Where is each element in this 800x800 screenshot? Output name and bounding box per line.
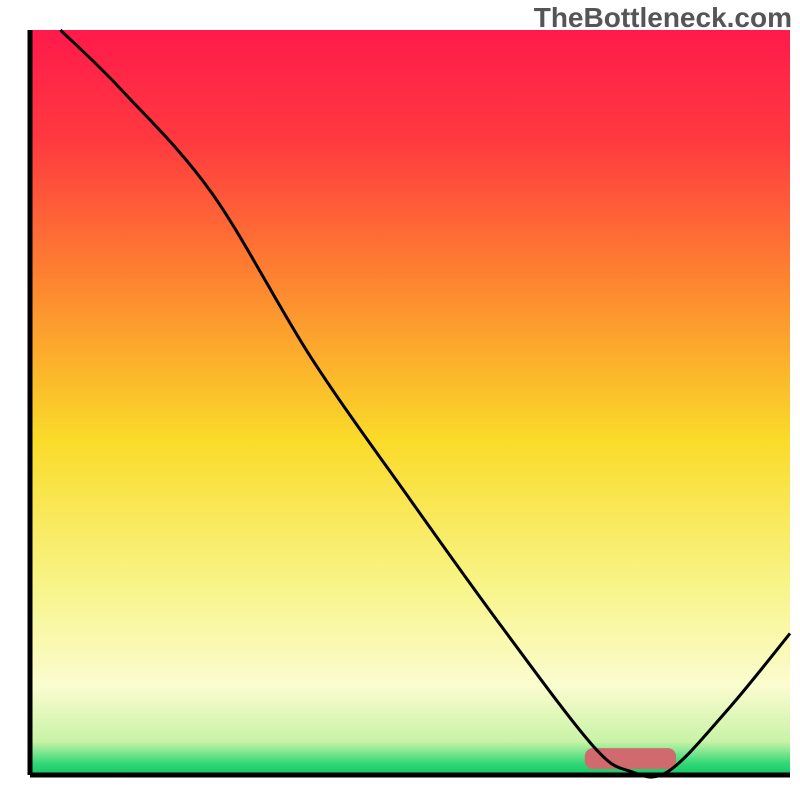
bottleneck-chart: TheBottleneck.com (0, 0, 800, 800)
watermark-text: TheBottleneck.com (534, 2, 792, 34)
plot-background (30, 30, 790, 775)
chart-svg (0, 0, 800, 800)
